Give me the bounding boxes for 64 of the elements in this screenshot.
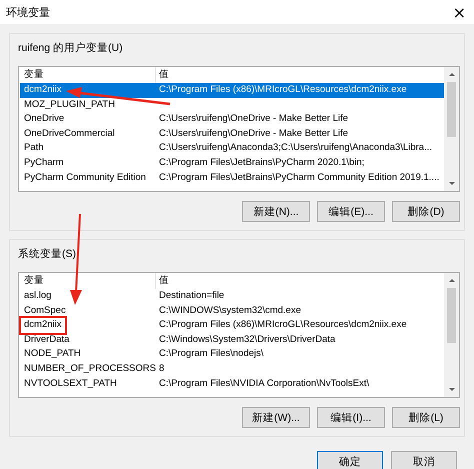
variable-name: OneDrive (24, 112, 64, 126)
scroll-up-icon[interactable] (448, 279, 454, 282)
list-row[interactable]: NVTOOLSEXT_PATH C:\Program Files\NVIDIA Corporation\NvToolsExt\ (20, 376, 444, 392)
variable-value: C:\Users\ruifeng\OneDrive - Make Better Life (158, 112, 350, 126)
variable-value: C:\WINDOWS\system32\cmd.exe (158, 304, 302, 318)
variable-value: C:\Windows\System32\Drivers\DriverData (158, 332, 336, 347)
variable-name: NODE_PATH (24, 347, 81, 362)
variable-name: DriverData (24, 332, 70, 347)
variable-name: Path (24, 141, 44, 156)
selected-row[interactable]: dcm2niix C:\Program Files (x86)\MRIcroGL\Resources\dcm2niix.exe (20, 83, 444, 98)
column-header[interactable]: 值 (156, 67, 444, 83)
list-row[interactable]: asl.log Destination=file (20, 289, 444, 304)
variable-value: C:\Program Files (x86)\MRIcroGL\Resources\dcm2niix.exe (158, 83, 408, 97)
scroll-up-icon[interactable] (448, 73, 454, 76)
column-header[interactable]: 变量 (20, 273, 156, 289)
variable-value: C:\Users\ruifeng\OneDrive - Make Better Life (158, 126, 350, 141)
scroll-down-icon[interactable] (448, 388, 454, 391)
action-button[interactable]: 新建(N)... (242, 201, 310, 222)
variable-name: OneDriveCommercial (24, 126, 115, 141)
variable-value: C:\Program Files\nodejs\ (158, 347, 265, 362)
variable-name: asl.log (24, 289, 52, 303)
list-row[interactable]: NUMBER_OF_PROCESSORS 8 (20, 362, 444, 377)
variable-value: C:\Program Files\NVIDIA Corporation\NvToolsExt\ (158, 376, 370, 391)
scrollbar[interactable] (444, 273, 459, 397)
list-row[interactable]: PyCharm C:\Program Files\JetBrains\PyCharm 2020.1\bin; (20, 156, 444, 171)
scroll-thumb[interactable] (447, 288, 456, 343)
variable-name: dcm2niix (24, 83, 62, 97)
scroll-thumb[interactable] (447, 82, 456, 137)
section-label: 系统变量(S) (18, 247, 77, 262)
variable-name: MOZ_PLUGIN_PATH (24, 98, 115, 112)
variable-name: PyCharm (24, 156, 64, 170)
variable-name: PyCharm Community Edition (24, 170, 146, 185)
variable-value: C:\Program Files\JetBrains\PyCharm 2020.1\bin; (158, 156, 366, 170)
list-row[interactable]: Path C:\Users\ruifeng\Anaconda3;C:\Users\ruifeng\Anaconda3\Libra... (20, 141, 444, 156)
close-button[interactable]: × (448, 2, 470, 22)
list-row[interactable]: DriverData C:\Windows\System32\Drivers\DriverData (20, 332, 444, 348)
action-button[interactable]: 编辑(I)... (317, 407, 385, 428)
section-label: ruifeng 的用户变量(U) (18, 41, 124, 56)
ok-button[interactable]: 确定 (317, 451, 383, 469)
action-button[interactable]: 新建(W)... (242, 407, 310, 428)
list-row[interactable]: dcm2niix C:\Program Files (x86)\MRIcroGL\Resources\dcm2niix.exe (20, 318, 444, 333)
variable-value: C:\Program Files (x86)\MRIcroGL\Resources\dcm2niix.exe (158, 318, 408, 332)
variable-value: Destination=file (158, 289, 226, 303)
variable-value: 8 (158, 362, 166, 376)
cancel-button[interactable]: 取消 (391, 451, 457, 469)
variable-name: dcm2niix (21, 318, 64, 333)
action-button[interactable]: 编辑(E)... (317, 201, 385, 222)
list-row[interactable]: MOZ_PLUGIN_PATH (20, 98, 444, 112)
list-row[interactable]: PyCharm Community Edition C:\Program Files\JetBrains\PyCharm Community Edition 2019.1.... (20, 170, 444, 186)
scrollbar[interactable] (444, 67, 459, 191)
window-title: 环境变量 (6, 6, 50, 20)
list-row[interactable]: OneDriveCommercial C:\Users\ruifeng\OneDrive - Make Better Life (20, 126, 444, 142)
variable-name: NUMBER_OF_PROCESSORS (24, 362, 156, 376)
column-header[interactable]: 值 (156, 273, 444, 289)
variable-value: C:\Program Files\JetBrains\PyCharm Community Edition 2019.1.... (158, 170, 440, 185)
list-row[interactable]: NODE_PATH C:\Program Files\nodejs\ (20, 347, 444, 362)
variable-name: NVTOOLSEXT_PATH (24, 376, 117, 391)
list-row[interactable]: ComSpec C:\WINDOWS\system32\cmd.exe (20, 304, 444, 318)
list-row[interactable]: OneDrive C:\Users\ruifeng\OneDrive - Make Better Life (20, 112, 444, 127)
scroll-down-icon[interactable] (448, 182, 454, 185)
action-button[interactable]: 删除(D) (392, 201, 460, 222)
action-button[interactable]: 删除(L) (392, 407, 460, 428)
variable-name: ComSpec (24, 304, 66, 318)
variable-value: C:\Users\ruifeng\Anaconda3;C:\Users\ruifeng\Anaconda3\Libra... (158, 141, 434, 156)
